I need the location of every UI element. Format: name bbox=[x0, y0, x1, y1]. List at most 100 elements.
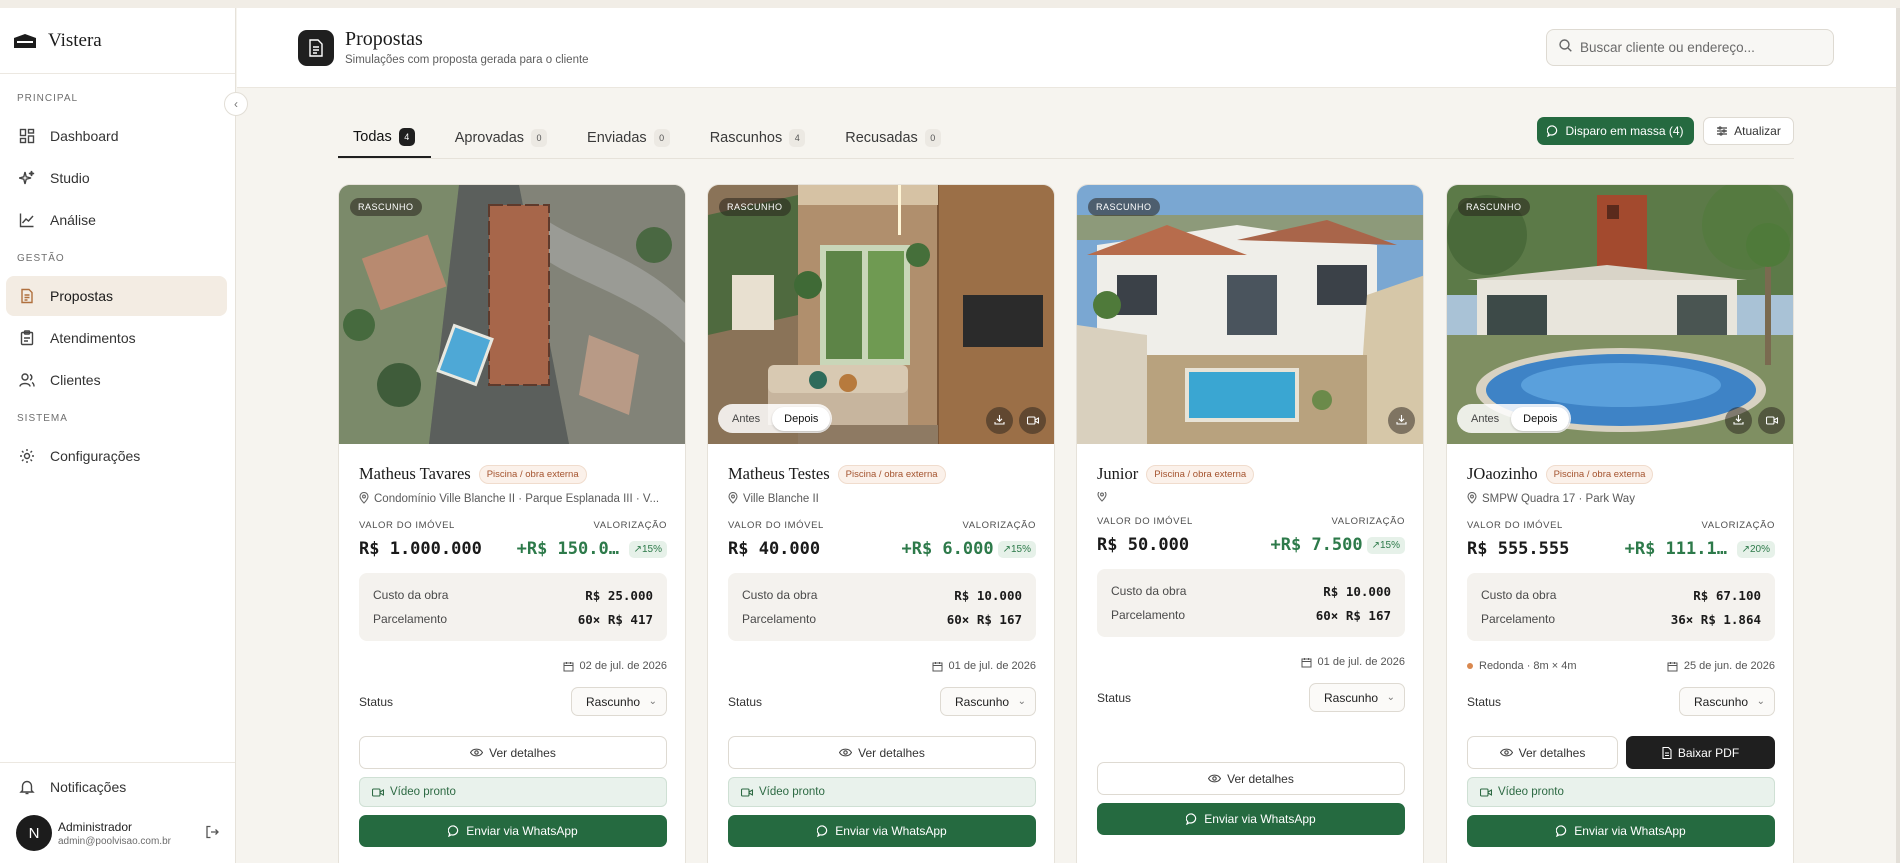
work-cost-value: R$ 10.000 bbox=[954, 587, 1022, 603]
tab-aprovadas[interactable]: Aprovadas 0 bbox=[439, 118, 563, 158]
calendar-icon bbox=[1667, 661, 1678, 672]
sidebar-item-clientes[interactable]: Clientes bbox=[6, 360, 227, 400]
property-photo[interactable]: RASCUNHO Antes Depois bbox=[1447, 185, 1793, 444]
sidebar-item-label: Configurações bbox=[50, 448, 141, 464]
document-icon bbox=[18, 287, 36, 305]
send-whatsapp-button[interactable]: Enviar via WhatsApp bbox=[1467, 815, 1775, 847]
tab-enviadas[interactable]: Enviadas 0 bbox=[571, 118, 686, 158]
installments-value: 36× R$ 1.864 bbox=[1670, 611, 1761, 627]
view-details-label: Ver detalhes bbox=[858, 745, 925, 760]
mass-send-button[interactable]: Disparo em massa (4) bbox=[1537, 117, 1694, 145]
address: Ville Blanche II bbox=[743, 493, 819, 505]
download-image-button[interactable] bbox=[986, 407, 1013, 434]
send-whatsapp-label: Enviar via WhatsApp bbox=[1204, 812, 1316, 826]
address: SMPW Quadra 17 · Park Way bbox=[1482, 493, 1635, 505]
sidebar-item-studio[interactable]: Studio bbox=[6, 158, 227, 198]
after-toggle[interactable]: Depois bbox=[1511, 406, 1570, 431]
tab-label: Rascunhos bbox=[709, 130, 783, 146]
sidebar-footer: Notificações N Administrador admin@poolv… bbox=[0, 762, 235, 863]
work-cost-value: R$ 25.000 bbox=[585, 587, 653, 603]
send-whatsapp-button[interactable]: Enviar via WhatsApp bbox=[359, 815, 667, 847]
video-ready-status[interactable]: Vídeo pronto bbox=[359, 777, 667, 807]
status-label: Status bbox=[1097, 690, 1132, 705]
status-select[interactable]: Rascunho ⌄ bbox=[1309, 683, 1405, 712]
property-value-label: VALOR DO IMÓVEL bbox=[1467, 520, 1563, 531]
download-pdf-button[interactable]: Baixar PDF bbox=[1626, 736, 1775, 769]
page-subtitle: Simulações com proposta gerada para o cl… bbox=[345, 54, 589, 66]
download-icon bbox=[1733, 412, 1744, 430]
tab-rascunhos[interactable]: Rascunhos 4 bbox=[694, 118, 822, 158]
mass-send-label: Disparo em massa (4) bbox=[1565, 124, 1684, 138]
download-image-button[interactable] bbox=[1388, 407, 1415, 434]
logout-icon[interactable] bbox=[205, 825, 219, 842]
download-image-button[interactable] bbox=[1725, 407, 1752, 434]
status-select[interactable]: Rascunho ⌄ bbox=[940, 687, 1036, 716]
draft-badge: RASCUNHO bbox=[1458, 198, 1530, 216]
appreciation-label: VALORIZAÇÃO bbox=[962, 520, 1036, 531]
tab-todas[interactable]: Todas 4 bbox=[338, 118, 431, 158]
proposal-date: 25 de jun. de 2026 bbox=[1683, 660, 1775, 672]
search-box[interactable] bbox=[1546, 29, 1834, 66]
trend-up-icon: ↗ bbox=[633, 543, 642, 555]
view-details-button[interactable]: Ver detalhes bbox=[1467, 736, 1618, 769]
property-value-label: VALOR DO IMÓVEL bbox=[728, 520, 824, 531]
sidebar-item-analise[interactable]: Análise bbox=[6, 200, 227, 240]
eye-icon bbox=[1499, 748, 1513, 757]
installments-value: 60× R$ 417 bbox=[577, 611, 653, 627]
status-select[interactable]: Rascunho ⌄ bbox=[571, 687, 667, 716]
sidebar-item-propostas[interactable]: Propostas bbox=[6, 276, 227, 316]
video-ready-status[interactable]: Vídeo pronto bbox=[1467, 777, 1775, 807]
chevron-down-icon: ⌄ bbox=[1756, 696, 1765, 707]
video-ready-label: Vídeo pronto bbox=[759, 786, 825, 798]
before-toggle[interactable]: Antes bbox=[1459, 407, 1511, 431]
status-value: Rascunho bbox=[586, 694, 641, 709]
search-input[interactable] bbox=[1580, 40, 1820, 55]
bell-icon bbox=[18, 778, 36, 796]
brand[interactable]: Vistera bbox=[0, 8, 235, 74]
send-whatsapp-label: Enviar via WhatsApp bbox=[1574, 824, 1686, 838]
tab-count: 0 bbox=[531, 129, 548, 147]
view-details-button[interactable]: Ver detalhes bbox=[728, 736, 1036, 769]
refresh-button[interactable]: Atualizar bbox=[1703, 117, 1794, 145]
installments-value: 60× R$ 167 bbox=[946, 611, 1022, 627]
sidebar-item-atendimentos[interactable]: Atendimentos bbox=[6, 318, 227, 358]
chart-line-icon bbox=[18, 211, 36, 229]
property-photo[interactable]: RASCUNHO bbox=[339, 185, 685, 444]
refresh-label: Atualizar bbox=[1734, 124, 1781, 138]
avatar[interactable]: N bbox=[16, 815, 52, 851]
status-value: Rascunho bbox=[1694, 694, 1749, 709]
collapse-sidebar-button[interactable]: ‹ bbox=[224, 92, 248, 116]
property-photo[interactable]: RASCUNHO bbox=[1077, 185, 1423, 444]
pool-shape-dot bbox=[1467, 663, 1473, 669]
send-whatsapp-button[interactable]: Enviar via WhatsApp bbox=[728, 815, 1036, 847]
video-ready-status[interactable]: Vídeo pronto bbox=[728, 777, 1036, 807]
sidebar-item-label: Análise bbox=[50, 212, 96, 228]
gear-icon bbox=[18, 447, 36, 465]
percent-value: 15% bbox=[1010, 543, 1031, 555]
property-photo[interactable]: RASCUNHO Antes Depois bbox=[708, 185, 1054, 444]
before-toggle[interactable]: Antes bbox=[720, 407, 772, 431]
tab-count: 0 bbox=[653, 129, 670, 147]
sidebar-item-configuracoes[interactable]: Configurações bbox=[6, 436, 227, 476]
status-value: Rascunho bbox=[955, 694, 1010, 709]
view-details-button[interactable]: Ver detalhes bbox=[359, 736, 667, 769]
video-button[interactable] bbox=[1019, 407, 1046, 434]
send-whatsapp-button[interactable]: Enviar via WhatsApp bbox=[1097, 803, 1405, 835]
property-value: R$ 1.000.000 bbox=[359, 539, 482, 559]
send-whatsapp-label: Enviar via WhatsApp bbox=[466, 824, 578, 838]
before-after-toggle: Antes Depois bbox=[718, 404, 833, 433]
view-details-label: Ver detalhes bbox=[489, 745, 556, 760]
appreciation-label: VALORIZAÇÃO bbox=[1701, 520, 1775, 531]
video-ready-label: Vídeo pronto bbox=[1498, 786, 1564, 798]
view-details-button[interactable]: Ver detalhes bbox=[1097, 762, 1405, 795]
proposal-date: 01 de jul. de 2026 bbox=[948, 660, 1036, 672]
scrollbar[interactable] bbox=[1896, 8, 1900, 863]
status-select[interactable]: Rascunho ⌄ bbox=[1679, 687, 1775, 716]
video-button[interactable] bbox=[1758, 407, 1785, 434]
tab-recusadas[interactable]: Recusadas 0 bbox=[829, 118, 957, 158]
sidebar-item-notificacoes[interactable]: Notificações bbox=[6, 767, 227, 807]
sidebar-item-dashboard[interactable]: Dashboard bbox=[6, 116, 227, 156]
percent-value: 20% bbox=[1749, 543, 1770, 555]
after-toggle[interactable]: Depois bbox=[772, 406, 831, 431]
sliders-icon bbox=[1716, 125, 1728, 137]
